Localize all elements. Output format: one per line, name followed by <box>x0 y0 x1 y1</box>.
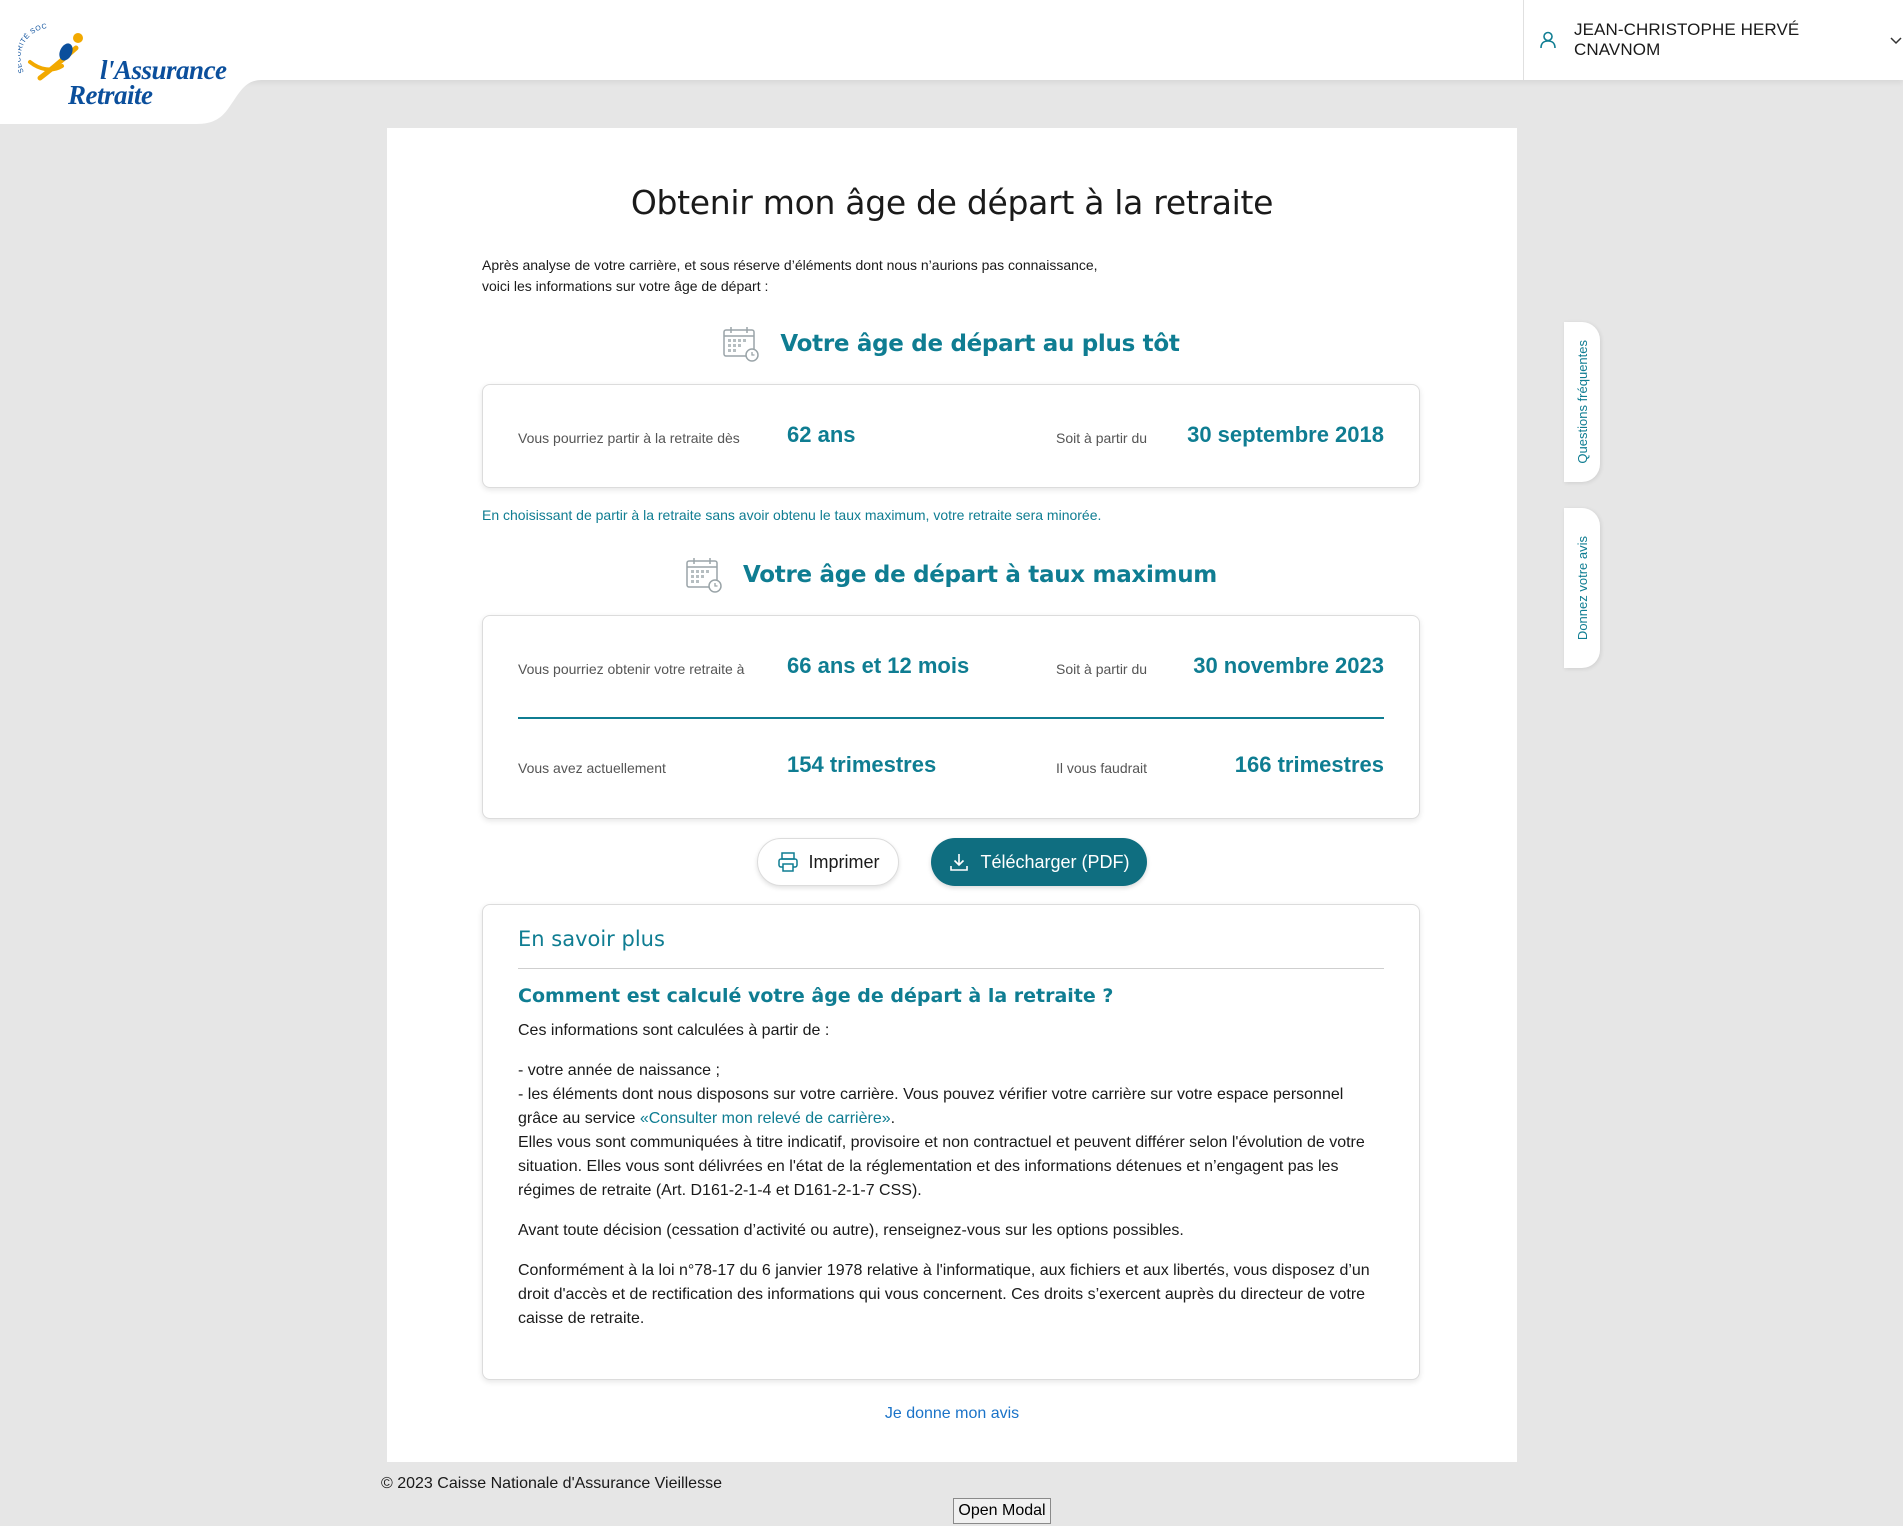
earliest-heading: Votre âge de départ au plus tôt <box>482 321 1420 367</box>
print-button[interactable]: Imprimer <box>757 838 899 886</box>
feedback-side-tab[interactable]: Donnez votre avis <box>1564 508 1600 668</box>
earliest-date-value: 30 septembre 2018 <box>1187 422 1384 447</box>
print-label: Imprimer <box>808 851 880 872</box>
download-icon <box>948 851 970 873</box>
info-paragraph-3: Avant toute décision (cessation d’activi… <box>518 1222 1184 1239</box>
intro-text: Après analyse de votre carrière, et sous… <box>482 255 1182 297</box>
earliest-age-value: 62 ans <box>787 422 856 447</box>
maximum-age-label: Vous pourriez obtenir votre retraite à <box>518 661 745 677</box>
page-title: Obtenir mon âge de départ à la retraite <box>630 183 1274 222</box>
card-divider <box>518 717 1384 719</box>
faq-side-tab[interactable]: Questions fréquentes <box>1564 322 1600 482</box>
main-content: Obtenir mon âge de départ à la retraite … <box>387 128 1517 1462</box>
maximum-heading: Votre âge de départ à taux maximum <box>482 552 1420 598</box>
download-label: Télécharger (PDF) <box>980 851 1130 872</box>
info-item-2: - les éléments dont nous disposons sur v… <box>518 1086 1344 1127</box>
feedback-side-tab-label: Donnez votre avis <box>1574 535 1590 641</box>
earliest-card: Vous pourriez partir à la retraite dès 6… <box>482 384 1420 488</box>
info-question: Comment est calculé votre âge de départ … <box>518 985 1114 1007</box>
info-paragraph-1: Ces informations sont calculées à partir… <box>518 1022 830 1039</box>
calendar-icon <box>685 556 723 594</box>
info-body: Ces informations sont calculées à partir… <box>518 1019 1379 1347</box>
printer-icon <box>777 851 799 873</box>
intro-line-2: voici les informations sur votre âge de … <box>482 278 769 294</box>
open-modal-button[interactable]: Open Modal <box>953 1498 1051 1524</box>
earliest-heading-text: Votre âge de départ au plus tôt <box>780 331 1180 357</box>
earliest-row: Vous pourriez partir à la retraite dès 6… <box>518 422 1384 452</box>
needed-trimestres-value: 166 trimestres <box>1234 752 1384 777</box>
info-paragraph-2: Elles vous sont communiquées à titre ind… <box>518 1134 1365 1199</box>
en-savoir-plus-card: En savoir plus Comment est calculé votre… <box>482 904 1420 1380</box>
feedback-link[interactable]: Je donne mon avis <box>387 1405 1517 1423</box>
calendar-icon <box>722 325 760 363</box>
logo-line-2: Retraite <box>68 80 153 110</box>
maximum-age-row: Vous pourriez obtenir votre retraite à 6… <box>518 653 1384 683</box>
info-item-1: - votre année de naissance ; <box>518 1062 720 1079</box>
maximum-age-value: 66 ans et 12 mois <box>787 653 970 678</box>
intro-line-1: Après analyse de votre carrière, et sous… <box>482 257 1098 273</box>
footer-copyright: © 2023 Caisse Nationale d'Assurance Viei… <box>381 1475 722 1492</box>
earliest-age-label: Vous pourriez partir à la retraite dès <box>518 430 740 446</box>
info-title: En savoir plus <box>518 927 665 951</box>
download-pdf-button[interactable]: Télécharger (PDF) <box>931 838 1147 886</box>
chevron-down-icon <box>1889 33 1903 47</box>
earliest-date-label: Soit à partir du <box>1056 430 1148 446</box>
user-name: JEAN-CHRISTOPHE HERVÉ CNAVNOM <box>1574 20 1800 59</box>
current-trimestres-value: 154 trimestres <box>787 752 937 777</box>
releve-carriere-link[interactable]: «Consulter mon relevé de carrière» <box>640 1110 891 1127</box>
trimestres-row: Vous avez actuellement 154 trimestres Il… <box>518 752 1384 782</box>
current-trimestres-label: Vous avez actuellement <box>518 760 666 776</box>
minoration-warning: En choisissant de partir à la retraite s… <box>482 507 1102 523</box>
user-icon <box>1538 30 1558 50</box>
maximum-date-value: 30 novembre 2023 <box>1193 653 1384 678</box>
maximum-card: Vous pourriez obtenir votre retraite à 6… <box>482 615 1420 819</box>
info-divider <box>518 968 1384 969</box>
info-paragraph-4: Conformément à la loi n°78-17 du 6 janvi… <box>518 1262 1370 1327</box>
user-menu[interactable]: JEAN-CHRISTOPHE HERVÉ CNAVNOM <box>1523 0 1903 80</box>
maximum-date-label: Soit à partir du <box>1056 661 1148 677</box>
maximum-heading-text: Votre âge de départ à taux maximum <box>743 562 1217 588</box>
faq-side-tab-label: Questions fréquentes <box>1574 340 1590 464</box>
needed-trimestres-label: Il vous faudrait <box>1056 760 1148 776</box>
assurance-retraite-logo[interactable]: SÉCURITÉ SOCIALE l'Assurance Retraite <box>14 18 244 110</box>
